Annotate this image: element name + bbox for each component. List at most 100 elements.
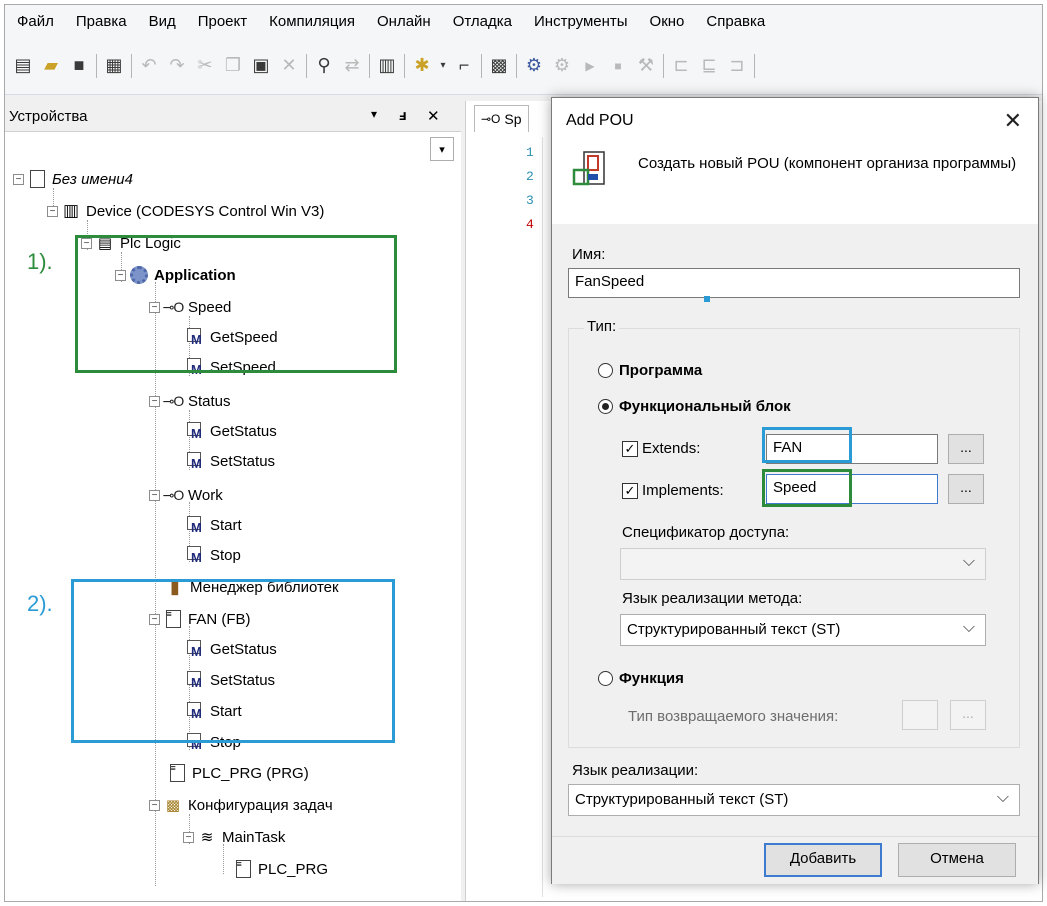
method-language-label: Язык реализации метода: <box>622 590 803 607</box>
method-language-select[interactable]: Структурированный текст (ST) ⌵ <box>620 614 986 646</box>
editor-tab-label: Sp <box>504 111 522 127</box>
access-specifier-select[interactable]: ⌵ <box>620 548 986 580</box>
redo-icon[interactable]: ↷ <box>166 55 188 77</box>
step-into-icon[interactable]: ⊑ <box>698 55 720 77</box>
reset-icon[interactable]: ⚒ <box>635 55 657 77</box>
run-icon[interactable]: ▶ <box>579 55 601 77</box>
cut-icon[interactable]: ✂ <box>194 55 216 77</box>
radio-function[interactable]: Функция <box>598 670 684 687</box>
chevron-down-icon[interactable]: ▾ <box>439 55 447 77</box>
radio-button[interactable] <box>598 671 613 686</box>
highlight-box-function-block <box>71 579 395 743</box>
collapse-icon[interactable]: − <box>149 489 160 501</box>
tree-node-status[interactable]: − ⊸O Status <box>149 388 231 414</box>
menu-build[interactable]: Компиляция <box>257 13 365 30</box>
name-label: Имя: <box>572 246 606 263</box>
implements-browse-button[interactable]: ... <box>948 474 984 504</box>
menu-online[interactable]: Онлайн <box>365 13 441 30</box>
menu-debug[interactable]: Отладка <box>441 13 522 30</box>
add-button[interactable]: Добавить <box>764 843 882 877</box>
stop-icon[interactable]: ■ <box>607 55 629 77</box>
menu-bar: Файл Правка Вид Проект Компиляция Онлайн… <box>5 5 1042 37</box>
collapse-icon[interactable]: − <box>149 395 160 407</box>
menu-help[interactable]: Справка <box>694 13 775 30</box>
line-number: 1 <box>526 145 534 160</box>
tree-node-stop[interactable]: M Stop <box>185 542 241 568</box>
implements-checkbox[interactable]: ✓ Implements: <box>622 482 724 499</box>
tree-node-get-status[interactable]: M GetStatus <box>185 418 277 444</box>
radio-program[interactable]: Программа <box>598 362 702 379</box>
new-project-icon[interactable]: ▤ <box>12 55 34 77</box>
method-icon: M <box>185 545 205 565</box>
step-over-icon[interactable]: ⊏ <box>670 55 692 77</box>
copy-icon[interactable]: ❐ <box>222 55 244 77</box>
name-input[interactable]: FanSpeed <box>568 268 1020 298</box>
menu-file[interactable]: Файл <box>5 13 64 30</box>
toolbar: ▤ ▰ ■ ▦ ↶ ↷ ✂ ❐ ▣ ✕ ⚲ ⇄ ▥ ✱ ▾ ⌐ ▩ ⚙ ⚙ ▶ … <box>5 37 1042 95</box>
toolbar-separator <box>663 53 664 78</box>
logout-icon[interactable]: ⚙ <box>551 55 573 77</box>
cancel-button[interactable]: Отмена <box>898 843 1016 877</box>
delete-icon[interactable]: ✕ <box>278 55 300 77</box>
close-icon[interactable]: ✕ <box>1004 108 1022 134</box>
extends-browse-button[interactable]: ... <box>948 434 984 464</box>
tree-node-project[interactable]: − Без имени4 <box>13 166 133 192</box>
tree-node-plc-prg[interactable]: ≡ PLC_PRG (PRG) <box>167 760 309 786</box>
panel-menu-icon[interactable]: ▾ <box>371 107 377 121</box>
interface-icon: ⊸O <box>481 112 501 126</box>
menu-view[interactable]: Вид <box>137 13 186 30</box>
radio-button[interactable] <box>598 363 613 378</box>
toolbar-separator <box>96 53 97 78</box>
tree-node-task-config[interactable]: − ▩ Конфигурация задач <box>149 792 333 818</box>
replace-icon[interactable]: ⇄ <box>341 55 363 77</box>
collapse-icon[interactable]: − <box>183 831 194 843</box>
radio-button[interactable] <box>598 399 613 414</box>
tree-label: MainTask <box>222 828 286 846</box>
collapse-icon[interactable]: − <box>149 799 160 811</box>
devices-panel-header: Устройства ▾ ⅎ ✕ <box>5 101 461 132</box>
radio-function-block[interactable]: Функциональный блок <box>598 398 791 415</box>
menu-edit[interactable]: Правка <box>64 13 137 30</box>
print-icon[interactable]: ▦ <box>103 55 125 77</box>
editor-tab-speed[interactable]: ⊸O Sp <box>474 105 529 132</box>
menu-tools[interactable]: Инструменты <box>522 13 638 30</box>
undo-icon[interactable]: ↶ <box>138 55 160 77</box>
tree-node-main-task[interactable]: − ≋ MainTask <box>183 824 285 850</box>
return-type-input[interactable] <box>902 700 938 730</box>
extends-checkbox[interactable]: ✓ Extends: <box>622 440 700 457</box>
menu-window[interactable]: Окно <box>638 13 695 30</box>
step-out-icon[interactable]: ⊐ <box>726 55 748 77</box>
tree-node-device[interactable]: − ▥ Device (CODESYS Control Win V3) <box>47 198 324 224</box>
line-number-gutter: 1 2 3 4 <box>466 137 543 897</box>
menu-project[interactable]: Проект <box>186 13 257 30</box>
task-icon: ≋ <box>200 829 214 846</box>
build-icon[interactable]: ▩ <box>488 55 510 77</box>
login-icon[interactable]: ⚙ <box>523 55 545 77</box>
select-all-icon[interactable]: ▥ <box>376 55 398 77</box>
return-type-browse-button[interactable]: ... <box>950 700 986 730</box>
tree-node-main-task-prg[interactable]: ≡ PLC_PRG <box>233 856 328 882</box>
collapse-icon[interactable]: − <box>13 173 24 185</box>
add-object-icon[interactable]: ✱ <box>411 55 433 77</box>
tree-node-set-status[interactable]: M SetStatus <box>185 448 275 474</box>
method-icon: M <box>185 451 205 471</box>
project-icon <box>27 169 47 189</box>
annotation-label-2: 2). <box>27 591 53 616</box>
add-folder-icon[interactable]: ⌐ <box>453 55 475 77</box>
tree-node-start[interactable]: M Start <box>185 512 242 538</box>
close-icon[interactable]: ✕ <box>427 107 440 125</box>
access-specifier-label: Спецификатор доступа: <box>622 524 790 541</box>
open-project-icon[interactable]: ▰ <box>40 55 62 77</box>
save-icon[interactable]: ■ <box>68 55 90 77</box>
tree-label: Work <box>188 486 223 504</box>
implementation-language-select[interactable]: Структурированный текст (ST) ⌵ <box>568 784 1020 816</box>
tree-label: Stop <box>210 546 241 564</box>
checkmark-icon[interactable]: ✓ <box>622 440 638 457</box>
pin-icon[interactable]: ⅎ <box>399 107 407 124</box>
find-icon[interactable]: ⚲ <box>313 55 335 77</box>
checkmark-icon[interactable]: ✓ <box>622 482 638 499</box>
paste-icon[interactable]: ▣ <box>250 55 272 77</box>
devices-dropdown-button[interactable]: ▾ <box>430 137 454 161</box>
tree-node-work[interactable]: − ⊸O Work <box>149 482 223 508</box>
collapse-icon[interactable]: − <box>47 205 58 217</box>
